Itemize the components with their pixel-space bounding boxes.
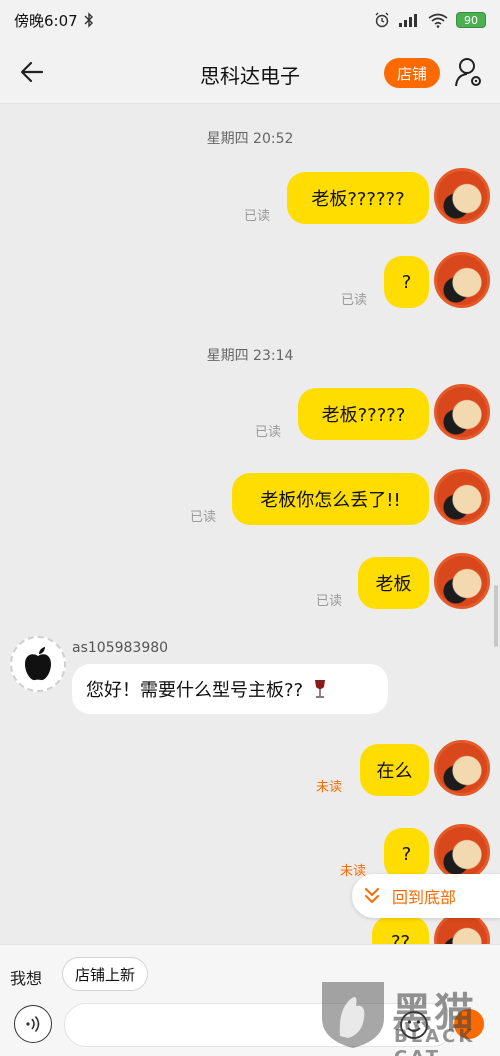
more-options-button[interactable] (454, 1009, 484, 1039)
my-avatar[interactable] (434, 824, 490, 880)
message-bubble[interactable]: 老板你怎么丢了!! (232, 473, 429, 525)
battery-level: 90 (464, 13, 478, 27)
voice-icon (26, 1016, 40, 1032)
my-avatar[interactable] (434, 740, 490, 796)
my-avatar[interactable] (434, 384, 490, 440)
message-bubble[interactable]: ?? (372, 916, 429, 944)
read-status: 已读 (244, 209, 271, 224)
bluetooth-icon (84, 12, 93, 28)
wish-label: 我想 (10, 969, 43, 988)
sender-name: as105983980 (72, 640, 169, 656)
shop-new-chip[interactable]: 店铺上新 (62, 957, 149, 991)
message-input[interactable] (64, 1003, 454, 1047)
emoji-icon[interactable] (398, 1009, 430, 1041)
wifi-icon (428, 13, 448, 28)
status-bar: 傍晚6:07 90 (0, 0, 500, 40)
message-bubble[interactable]: 老板 (358, 557, 429, 609)
scroll-to-bottom-label: 回到底部 (392, 888, 457, 907)
scroll-to-bottom-button[interactable]: 回到底部 (352, 874, 500, 918)
input-footer: 我想 店铺上新 (0, 944, 500, 1056)
message-bubble[interactable]: 老板????? (298, 388, 429, 440)
read-status: 已读 (341, 293, 368, 308)
timestamp: 星期四 20:52 (206, 131, 294, 147)
alarm-icon (375, 12, 389, 28)
shop-button[interactable]: 店铺 (384, 58, 440, 88)
contact-avatar[interactable] (10, 636, 66, 692)
scrollbar[interactable] (494, 585, 498, 647)
signal-icon (399, 14, 417, 27)
message-bubble[interactable]: 老板?????? (287, 172, 429, 224)
chat-header: 思科达电子 店铺 (0, 40, 500, 104)
message-text: 您好！需要什么型号主板?? (86, 680, 304, 701)
read-status: 已读 (255, 425, 282, 440)
read-status: 已读 (190, 510, 217, 525)
battery-icon: 90 (456, 12, 486, 28)
my-avatar[interactable] (434, 168, 490, 224)
read-status: 已读 (316, 594, 343, 609)
message-bubble[interactable]: 您好！需要什么型号主板?? (72, 664, 388, 714)
user-settings-icon[interactable] (454, 56, 484, 88)
double-chevron-down-icon (365, 888, 379, 903)
voice-input-button[interactable] (14, 1005, 52, 1043)
message-bubble[interactable]: 在么 (360, 744, 429, 796)
message-bubble[interactable]: ? (384, 256, 429, 308)
message-bubble[interactable]: ? (384, 828, 429, 880)
my-avatar[interactable] (434, 553, 490, 609)
apple-logo-icon (25, 647, 51, 681)
wine-glass-icon (315, 680, 326, 698)
my-avatar[interactable] (434, 469, 490, 525)
unread-status: 未读 (316, 780, 343, 795)
status-time: 傍晚6:07 (14, 11, 78, 30)
timestamp: 星期四 23:14 (206, 348, 294, 364)
chat-area[interactable]: 星期四 20:52 已读 老板?????? 已读 ? 星期四 23:14 已读 … (0, 104, 500, 944)
my-avatar[interactable] (434, 252, 490, 308)
